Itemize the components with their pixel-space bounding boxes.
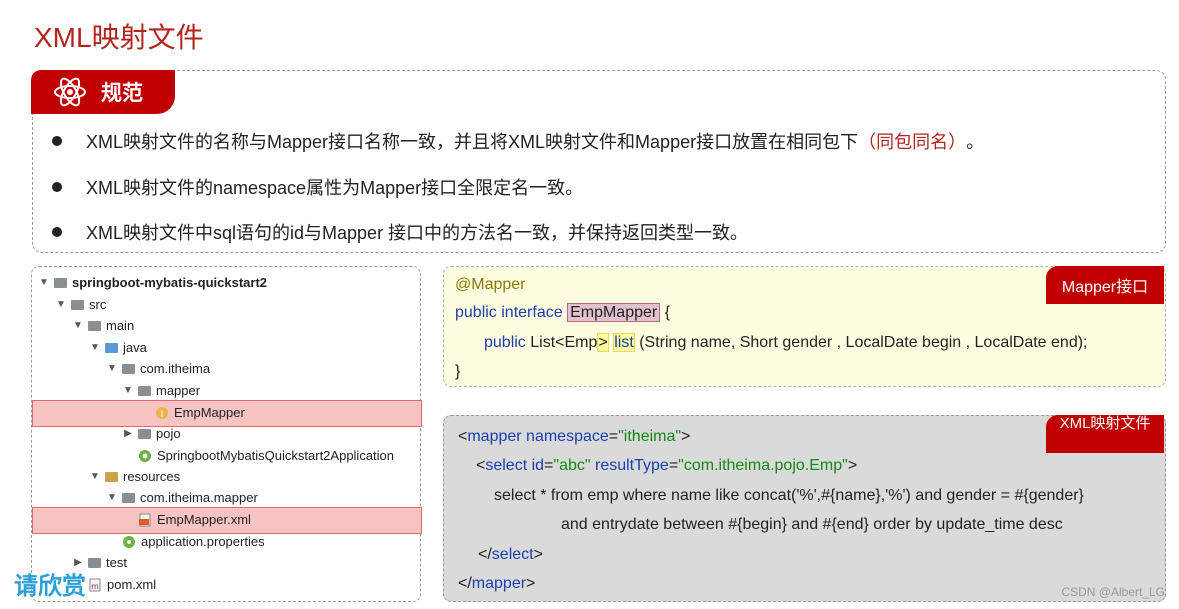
atom-icon [54, 77, 86, 107]
tree-node-java[interactable]: ▼ java [89, 337, 147, 358]
folder-icon [71, 299, 84, 310]
bullet-dot [52, 227, 62, 237]
highlight-text: （同包同名） [858, 132, 967, 152]
tree-node-pojo[interactable]: ▶ pojo [122, 423, 180, 444]
source-folder-icon [105, 342, 118, 353]
code-line-method: public List<Emp> list (String name, Shor… [484, 333, 1088, 352]
page-title: XML映射文件 [34, 22, 204, 53]
xml-line-mapper-open: <mapper namespace="itheima"> [458, 428, 691, 445]
code-line-interface: public interface EmpMapper { [455, 303, 671, 322]
xml-line-select-close: </select> [478, 546, 543, 563]
interface-name: EmpMapper [567, 303, 661, 322]
tree-node-com-itheima[interactable]: ▼ com.itheima [106, 358, 210, 379]
chevron-down-icon[interactable]: ▼ [72, 320, 84, 331]
xml-line-sql-1: select * from emp where name like concat… [494, 487, 1084, 504]
tree-node-com-itheima-mapper[interactable]: ▼ com.itheima.mapper [106, 487, 258, 508]
chevron-down-icon[interactable]: ▼ [106, 492, 118, 503]
folder-icon [88, 320, 101, 331]
bullet-dot [52, 136, 62, 146]
code-line-annotation: @Mapper [455, 276, 526, 293]
interface-icon: I [156, 406, 168, 420]
chevron-down-icon[interactable]: ▼ [122, 385, 134, 396]
tree-node-application[interactable]: SpringbootMybatisQuickstart2Application [122, 445, 394, 466]
properties-file-icon [123, 535, 135, 548]
package-icon [122, 363, 135, 374]
maven-file-icon: m [89, 578, 101, 591]
chevron-right-icon[interactable]: ▶ [122, 428, 134, 439]
chevron-down-icon[interactable]: ▼ [89, 471, 101, 482]
xml-line-sql-2: and entrydate between #{begin} and #{end… [561, 516, 1063, 533]
chevron-down-icon[interactable]: ▼ [106, 363, 118, 374]
xml-line-mapper-close: </mapper> [458, 575, 536, 592]
rule-bullet-3: XML映射文件中sql语句的id与Mapper 接口中的方法名一致，并保持返回类… [52, 219, 748, 245]
xml-file-icon [139, 513, 151, 526]
watermark-text: 请欣赏 [14, 573, 86, 600]
mapper-tag: Mapper接口 [1046, 266, 1164, 304]
folder-icon [88, 557, 101, 568]
tree-node-application-properties[interactable]: application.properties [106, 531, 265, 552]
chevron-down-icon[interactable]: ▼ [55, 299, 67, 310]
csdn-credit: CSDN @Albert_LG [1061, 585, 1165, 599]
project-folder-icon [54, 277, 67, 288]
folder-icon [122, 492, 135, 503]
chevron-down-icon[interactable]: ▼ [38, 277, 50, 288]
method-name: list [613, 333, 635, 352]
tree-node-project[interactable]: ▼ springboot-mybatis-quickstart2 [38, 272, 267, 293]
tree-node-main[interactable]: ▼ main [72, 315, 134, 336]
resources-folder-icon [105, 471, 118, 482]
svg-text:m: m [91, 582, 99, 591]
chevron-down-icon[interactable]: ▼ [89, 342, 101, 353]
tree-node-mapper[interactable]: ▼ mapper [122, 380, 200, 401]
bullet-dot [52, 182, 62, 192]
xml-line-select-open: <select id="abc" resultType="com.itheima… [476, 457, 858, 474]
code-line-close: } [455, 363, 461, 380]
svg-text:I: I [161, 410, 164, 420]
package-icon [138, 428, 151, 439]
xml-tag: XML映射文件 [1046, 415, 1164, 453]
tree-node-resources[interactable]: ▼ resources [89, 466, 180, 487]
rules-tab: 规范 [31, 70, 175, 114]
tree-node-empmapper-xml[interactable]: EmpMapper.xml [122, 509, 251, 530]
rules-tab-label: 规范 [101, 82, 143, 105]
tree-node-empmapper[interactable]: I EmpMapper [139, 402, 245, 423]
tree-node-src[interactable]: ▼ src [55, 294, 106, 315]
package-icon [138, 385, 151, 396]
rule-bullet-2: XML映射文件的namespace属性为Mapper接口全限定名一致。 [52, 174, 583, 200]
rule-bullet-1: XML映射文件的名称与Mapper接口名称一致，并且将XML映射文件和Mappe… [52, 128, 984, 154]
spring-boot-icon [139, 449, 151, 462]
